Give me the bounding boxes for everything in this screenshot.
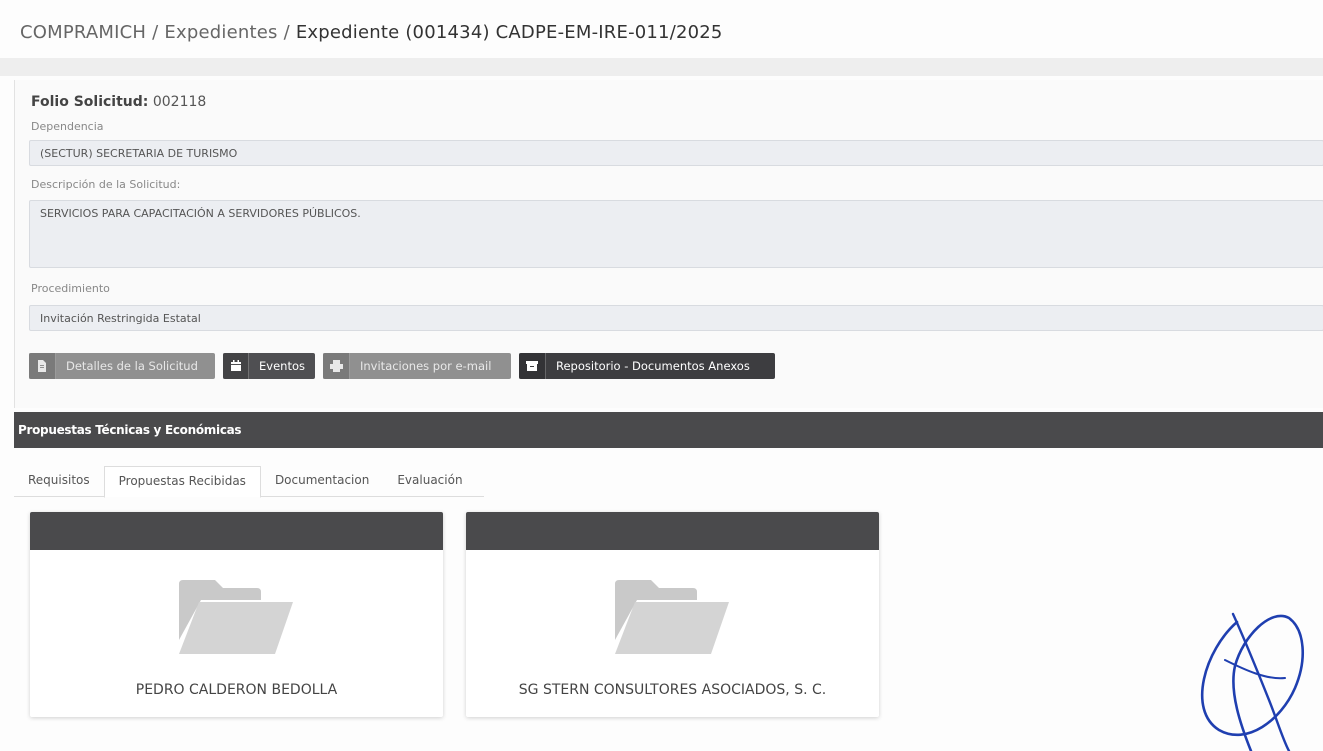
archive-icon bbox=[519, 353, 546, 379]
tab-requisitos[interactable]: Requisitos bbox=[14, 466, 104, 496]
breadcrumb-section-link[interactable]: Expedientes bbox=[164, 22, 277, 43]
breadcrumb: COMPRAMICH / Expedientes / Expediente (00143… bbox=[20, 22, 723, 43]
procedimiento-field: Invitación Restringida Estatal bbox=[29, 305, 1323, 331]
tab-propuestas-recibidas[interactable]: Propuestas Recibidas bbox=[103, 466, 261, 498]
calendar-icon bbox=[223, 353, 250, 379]
dependencia-field: (SECTUR) SECRETARIA DE TURISMO bbox=[29, 140, 1323, 166]
folio-label: Folio Solicitud: bbox=[31, 94, 149, 110]
descripcion-field: SERVICIOS PARA CAPACITACIÓN A SERVIDORES… bbox=[29, 200, 1323, 268]
invitaciones-email-button[interactable]: Invitaciones por e-mail bbox=[323, 353, 511, 379]
detalles-label: Detalles de la Solicitud bbox=[66, 359, 198, 373]
propuesta-card[interactable]: SG STERN CONSULTORES ASOCIADOS, S. C. bbox=[466, 512, 879, 717]
breadcrumb-root-link[interactable]: COMPRAMICH bbox=[20, 22, 146, 43]
tab-documentacion[interactable]: Documentacion bbox=[261, 466, 383, 496]
breadcrumb-current: Expediente (001434) CADPE-EM-IRE-011/202… bbox=[295, 22, 723, 43]
eventos-label: Eventos bbox=[259, 359, 305, 373]
print-icon bbox=[323, 353, 350, 379]
folder-icon bbox=[178, 580, 293, 654]
eventos-button[interactable]: Eventos bbox=[223, 353, 315, 379]
descripcion-label: Descripción de la Solicitud: bbox=[31, 178, 181, 191]
breadcrumb-separator: / bbox=[283, 22, 290, 43]
dependencia-label: Dependencia bbox=[31, 120, 104, 133]
repositorio-label: Repositorio - Documentos Anexos bbox=[556, 359, 750, 373]
propuestas-section-header: Propuestas Técnicas y Económicas bbox=[14, 412, 1323, 448]
propuestas-tabs: Requisitos Propuestas Recibidas Document… bbox=[14, 466, 484, 498]
card-name: PEDRO CALDERON BEDOLLA bbox=[135, 682, 338, 698]
document-icon bbox=[29, 353, 56, 379]
tab-evaluacion[interactable]: Evaluación bbox=[383, 466, 476, 496]
folder-icon bbox=[614, 580, 729, 654]
handwritten-signature bbox=[1201, 612, 1305, 751]
card-name: SG STERN CONSULTORES ASOCIADOS, S. C. bbox=[518, 682, 827, 698]
folio-value: 002118 bbox=[152, 94, 207, 110]
propuesta-card[interactable]: PEDRO CALDERON BEDOLLA bbox=[30, 512, 443, 717]
top-divider-band bbox=[0, 58, 1323, 76]
breadcrumb-separator: / bbox=[152, 22, 159, 43]
card-header bbox=[30, 512, 443, 550]
invitaciones-label: Invitaciones por e-mail bbox=[360, 359, 492, 373]
procedimiento-label: Procedimiento bbox=[31, 282, 110, 295]
solicitud-panel: Folio Solicitud: 002118 Dependencia (SEC… bbox=[14, 80, 1323, 408]
repositorio-documentos-button[interactable]: Repositorio - Documentos Anexos bbox=[519, 353, 775, 379]
card-header bbox=[466, 512, 879, 550]
detalles-solicitud-button[interactable]: Detalles de la Solicitud bbox=[29, 353, 215, 379]
folio-solicitud: Folio Solicitud: 002118 bbox=[31, 94, 206, 110]
action-buttons: Detalles de la Solicitud Eventos Invitac… bbox=[29, 353, 775, 379]
